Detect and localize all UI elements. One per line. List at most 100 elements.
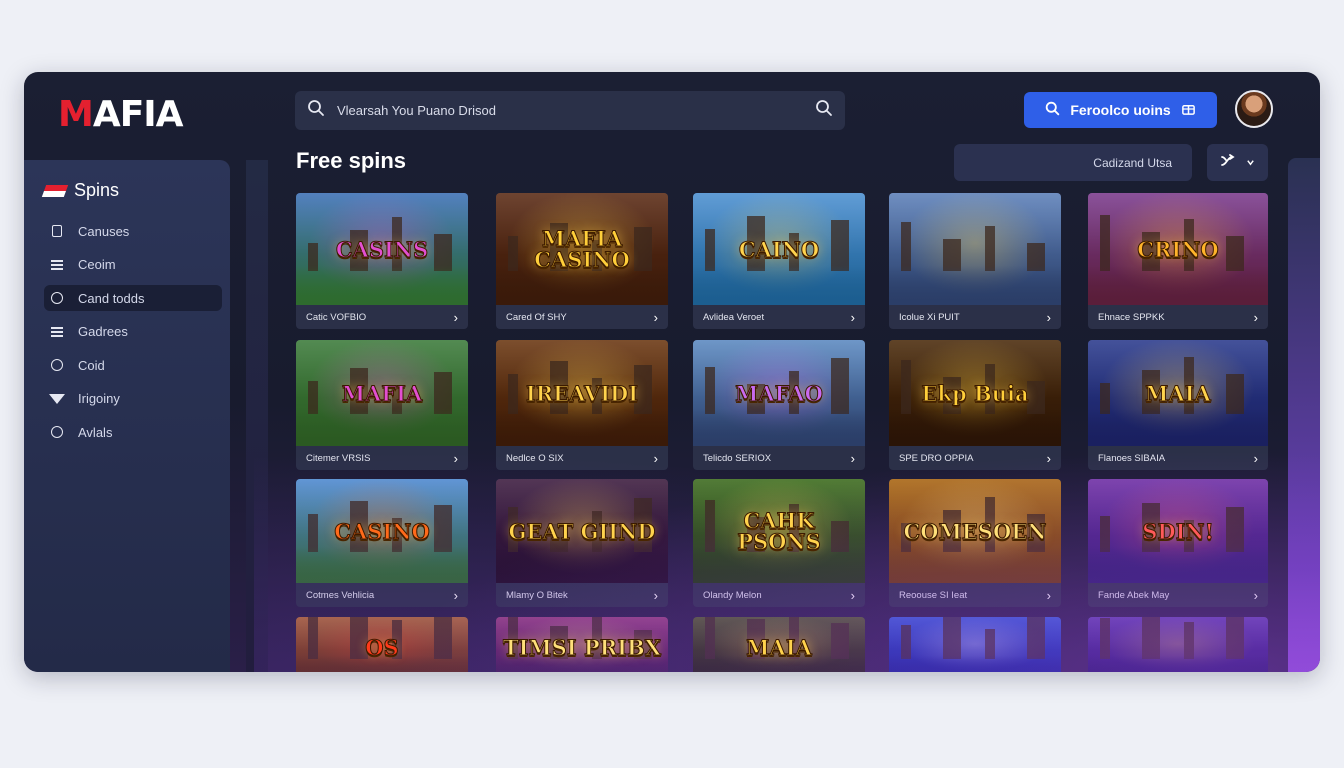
game-thumbnail[interactable]: SDIN! [1088,479,1268,583]
game-thumbnail[interactable]: MAIA [693,617,865,672]
game-label-bar[interactable]: Cared Of SHY › [496,305,668,329]
game-title: CAHK PSONS [737,508,822,554]
game-card[interactable]: Ekp Buia SPE DRO OPPIA › [889,340,1061,470]
game-card[interactable]: OS [296,617,468,672]
logo-text: AFIA [92,93,184,135]
chevron-right-icon[interactable]: › [1254,588,1258,603]
game-card[interactable]: CAHK PSONS Olandy Melon › [693,479,865,607]
game-card[interactable]: Icolue Xi PUIT › [889,193,1061,329]
game-card[interactable]: GEAT GIIND Mlamy O Bitek › [496,479,668,607]
chevron-right-icon[interactable]: › [1047,310,1051,325]
game-card[interactable]: MAFIA Citemer VRSIS › [296,340,468,470]
game-thumbnail[interactable]: GEAT GIIND [496,479,668,583]
sidebar-item-coid[interactable]: Coid [44,352,222,378]
game-thumbnail[interactable]: CASINO [296,479,468,583]
chevron-right-icon[interactable]: › [454,451,458,466]
game-card[interactable]: CRINO Ehnace SPPKK › [1088,193,1268,329]
game-card[interactable]: CASINO Cotmes Vehlicia › [296,479,468,607]
game-card[interactable]: CASINS Catic VOFBIO › [296,193,468,329]
game-card[interactable]: IREAVIDI Nedlce O SIX › [496,340,668,470]
game-thumbnail[interactable]: CAHK PSONS [693,479,865,583]
chevron-right-icon[interactable]: › [851,451,855,466]
chevron-right-icon[interactable]: › [1254,310,1258,325]
sidebar-item-avlals[interactable]: Avlals [44,419,222,445]
game-thumbnail[interactable]: MAIA [1088,340,1268,446]
game-label-bar[interactable]: Ehnace SPPKK › [1088,305,1268,329]
game-card[interactable]: CAINO Avlidea Veroet › [693,193,865,329]
game-card[interactable]: MAIA Flanoes SIBAIA › [1088,340,1268,470]
sidebar-item-cand-todds[interactable]: Cand todds [44,285,222,311]
game-label: Nedlce O SIX [506,452,564,464]
game-card[interactable]: COMESOEN Reoouse SI Ieat › [889,479,1061,607]
sidebar-item-canuses[interactable]: Canuses [44,218,222,244]
game-card[interactable]: TIMSI PRIBX [496,617,668,672]
chevron-right-icon[interactable]: › [454,588,458,603]
game-thumbnail[interactable]: OS [296,617,468,672]
scrollbar[interactable] [1288,158,1320,672]
game-card[interactable] [889,617,1061,672]
game-label-bar[interactable]: Avlidea Veroet › [693,305,865,329]
game-card[interactable]: SDIN! Fande Abek May › [1088,479,1268,607]
game-thumbnail[interactable]: MAFAO [693,340,865,446]
chevron-right-icon[interactable]: › [1047,588,1051,603]
game-thumbnail[interactable]: MAFIA [296,340,468,446]
game-label-bar[interactable]: Citemer VRSIS › [296,446,468,470]
game-card[interactable]: MAFIA CASINO Cared Of SHY › [496,193,668,329]
game-thumbnail[interactable]: IREAVIDI [496,340,668,446]
game-label-bar[interactable]: Nedlce O SIX › [496,446,668,470]
sidebar-item-label: Avlals [78,424,113,440]
free-spins-button[interactable]: Feroolco uoins [1024,92,1217,128]
game-title: IREAVIDI [525,380,639,406]
search-bar[interactable] [295,91,845,130]
filter-dropdown[interactable]: Cadizand Utsa [954,144,1192,181]
chevron-right-icon[interactable]: › [851,588,855,603]
search-submit-icon[interactable] [815,99,833,122]
game-label-bar[interactable]: Fande Abek May › [1088,583,1268,607]
logo[interactable]: MAFIA [24,72,280,156]
game-thumbnail[interactable]: CASINS [296,193,468,305]
game-thumbnail[interactable]: TIMSI PRIBX [496,617,668,672]
sidebar-item-irigoiny[interactable]: Irigoiny [44,386,222,412]
game-label-bar[interactable]: Olandy Melon › [693,583,865,607]
game-label: Cared Of SHY [506,311,567,323]
game-label-bar[interactable]: Icolue Xi PUIT › [889,305,1061,329]
game-label-bar[interactable]: Reoouse SI Ieat › [889,583,1061,607]
chevron-right-icon[interactable]: › [851,310,855,325]
game-label-bar[interactable]: Catic VOFBIO › [296,305,468,329]
game-thumbnail[interactable]: COMESOEN [889,479,1061,583]
game-label-bar[interactable]: Mlamy O Bitek › [496,583,668,607]
game-label-bar[interactable]: Telicdo SERIOX › [693,446,865,470]
game-thumbnail[interactable]: Ekp Buia [889,340,1061,446]
game-title: CRINO [1137,236,1219,262]
chevron-right-icon[interactable]: › [454,310,458,325]
filter-button[interactable] [1207,144,1268,181]
game-label-bar[interactable]: SPE DRO OPPIA › [889,446,1061,470]
game-thumbnail[interactable] [889,617,1061,672]
game-title: TIMSI PRIBX [502,634,662,660]
chevron-right-icon[interactable]: › [1254,451,1258,466]
game-label: Catic VOFBIO [306,311,367,323]
sidebar-item-gadrees[interactable]: Gadrees [44,319,222,345]
game-label-bar[interactable]: Cotmes Vehlicia › [296,583,468,607]
sidebar-item-label: Canuses [78,223,130,239]
game-thumbnail[interactable]: CRINO [1088,193,1268,305]
chevron-right-icon[interactable]: › [1047,451,1051,466]
game-thumbnail[interactable]: MAFIA CASINO [496,193,668,305]
game-thumbnail[interactable] [889,193,1061,305]
sidebar-item-ceoim[interactable]: Ceoim [44,252,222,278]
game-label-bar[interactable]: Flanoes SIBAIA › [1088,446,1268,470]
game-title: MAFAO [735,380,824,406]
game-card[interactable]: MAFAO Telicdo SERIOX › [693,340,865,470]
game-card[interactable] [1088,617,1268,672]
chevron-right-icon[interactable]: › [654,451,658,466]
search-input[interactable] [325,102,815,119]
game-card[interactable]: MAIA [693,617,865,672]
game-label: SPE DRO OPPIA [899,452,974,464]
chevron-right-icon[interactable]: › [654,588,658,603]
game-title: MAIA [746,634,813,660]
game-thumbnail[interactable]: CAINO [693,193,865,305]
game-thumbnail[interactable] [1088,617,1268,672]
game-label: Avlidea Veroet [703,311,765,323]
chevron-right-icon[interactable]: › [654,310,658,325]
avatar[interactable] [1235,90,1273,128]
